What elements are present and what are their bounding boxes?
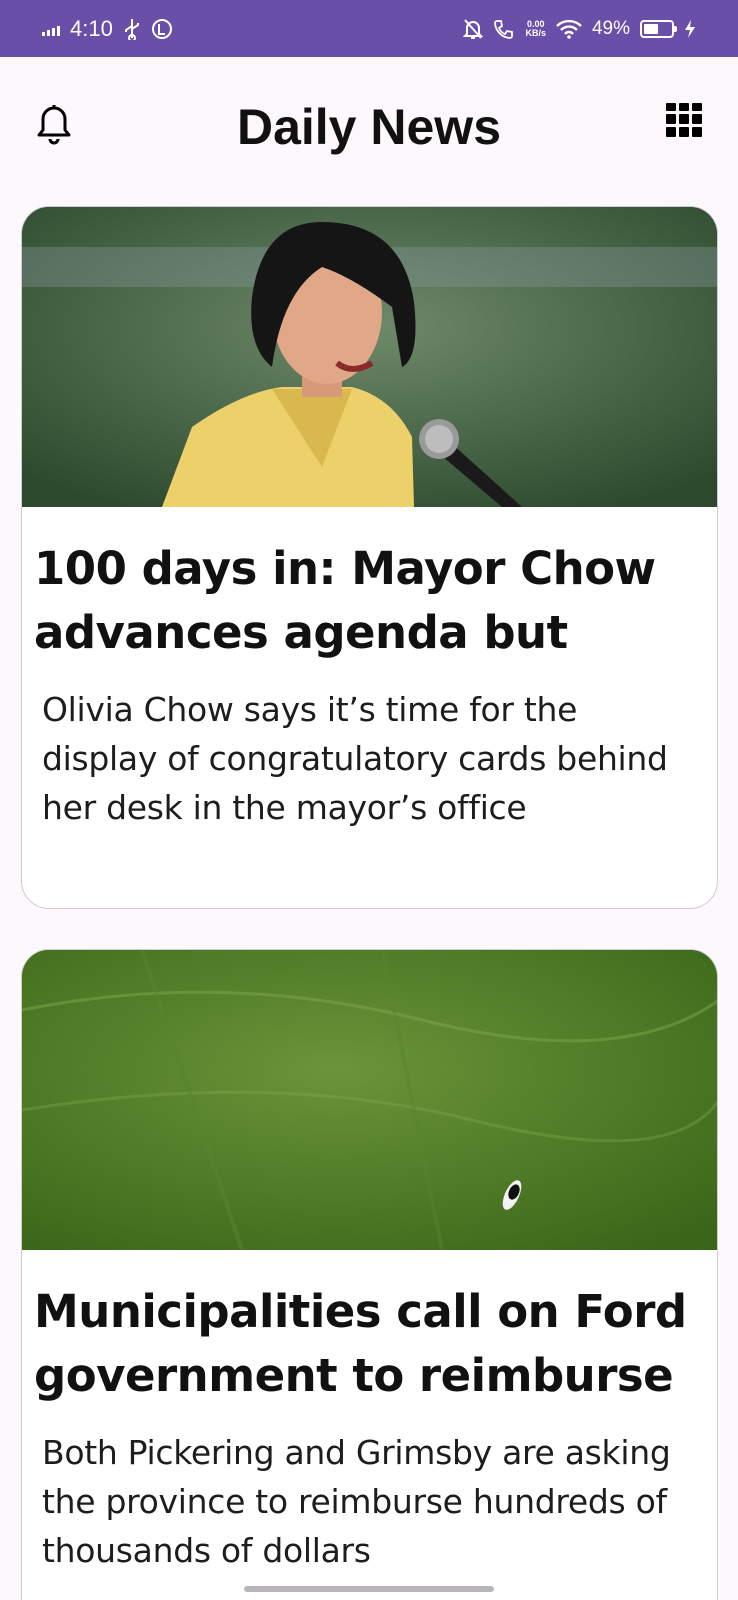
notification-app-icon	[151, 18, 172, 39]
article-image-illustration	[22, 950, 717, 1250]
wifi-icon	[556, 19, 582, 39]
battery-percent: 49%	[591, 17, 630, 39]
battery-icon	[640, 19, 677, 38]
app-bar: Daily News	[0, 57, 738, 197]
usb-icon	[124, 18, 139, 40]
article-title[interactable]: Municipalities call on Ford government t…	[22, 1250, 717, 1408]
home-indicator[interactable]	[244, 1586, 494, 1592]
status-bar: 4:10 0.00 KB/s 49%	[0, 0, 738, 57]
network-speed-unit: KB/s	[525, 27, 546, 38]
app-title: Daily News	[236, 99, 501, 155]
network-speed: 0.00 KB/s	[525, 19, 546, 38]
article-card[interactable]: Municipalities call on Ford government t…	[21, 949, 718, 1600]
article-image-illustration	[22, 207, 717, 507]
article-image[interactable]	[22, 207, 717, 507]
article-image[interactable]	[22, 950, 717, 1250]
article-card[interactable]: 100 days in: Mayor Chow advances agenda …	[21, 206, 718, 909]
wifi-calling-icon	[494, 19, 514, 39]
article-summary: Olivia Chow says it’s time for the displ…	[42, 690, 668, 827]
clock-time: 4:10	[70, 15, 113, 41]
grid-menu-icon[interactable]	[666, 103, 706, 143]
article-summary: Both Pickering and Grimsby are asking th…	[42, 1433, 671, 1570]
bell-icon[interactable]	[34, 102, 74, 146]
charging-icon	[685, 19, 695, 38]
article-title[interactable]: 100 days in: Mayor Chow advances agenda …	[22, 507, 717, 665]
cellular-signal-icon	[42, 22, 60, 36]
status-bar-right: 0.00 KB/s 49%	[463, 18, 696, 40]
silent-mode-icon	[463, 18, 484, 39]
status-bar-left: 4:10	[42, 16, 173, 42]
